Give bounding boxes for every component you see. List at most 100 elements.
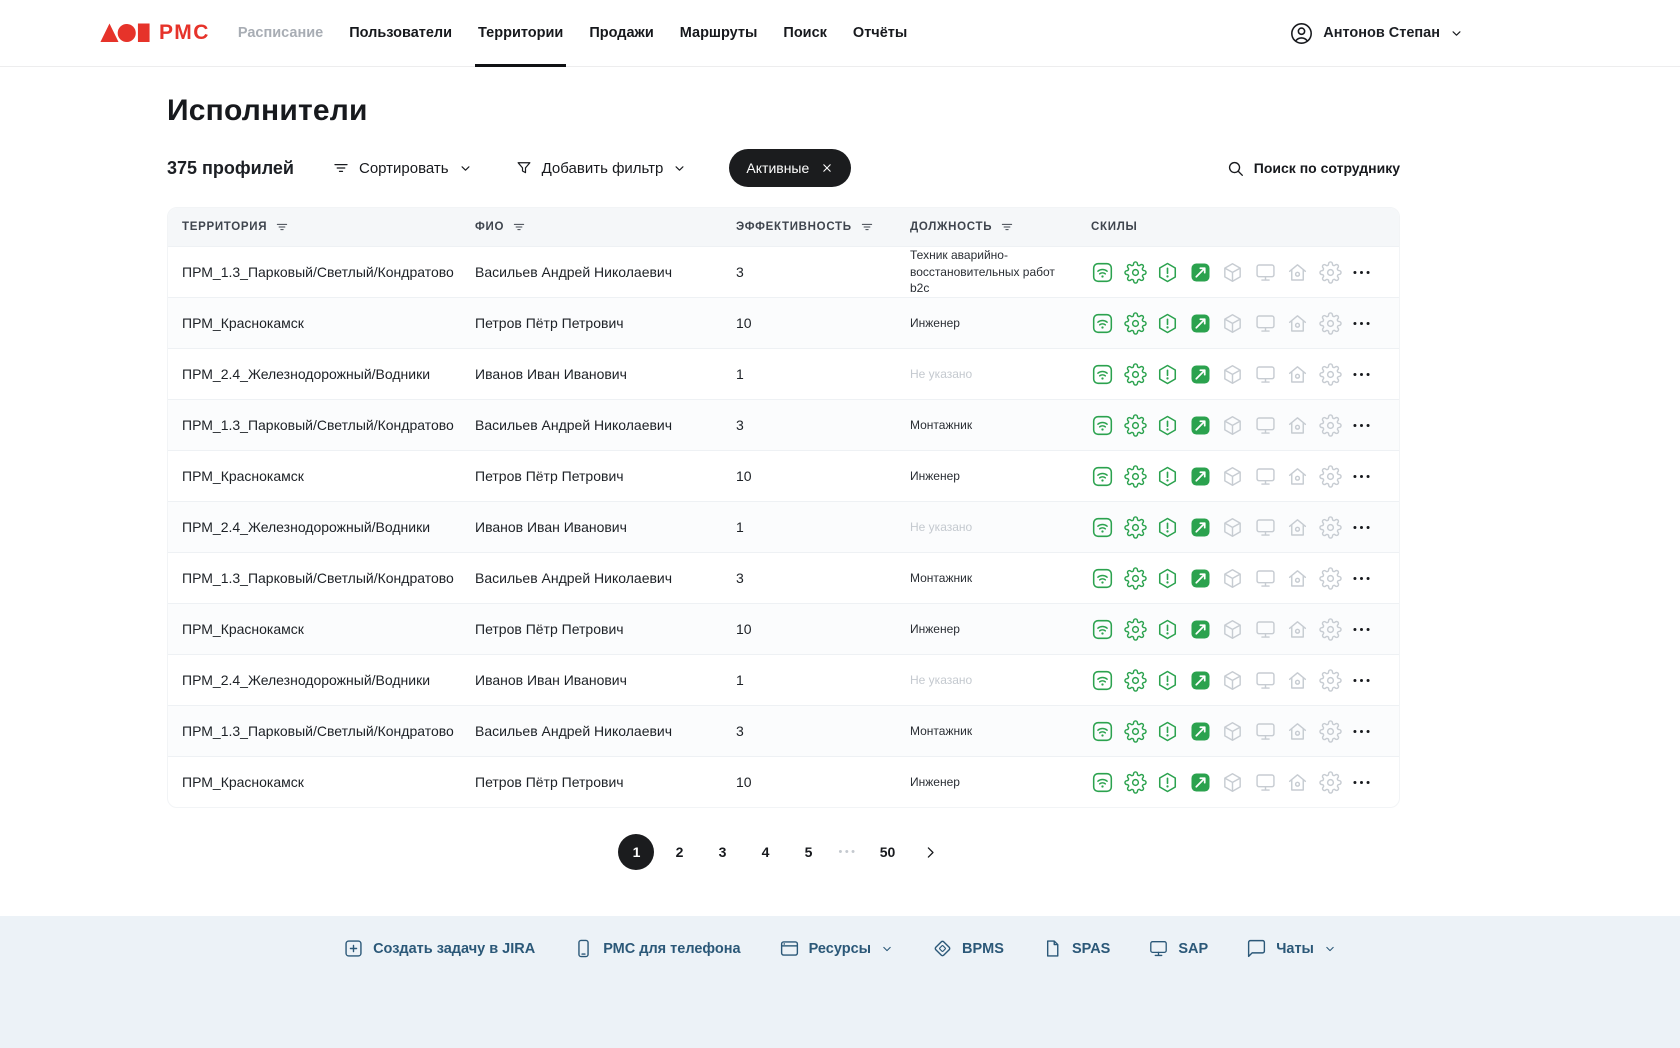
table-body: ПРМ_1.3_Парковый/Светлый/Кондратово Васил… — [168, 246, 1399, 807]
resources-icon — [779, 938, 800, 959]
row-menu-button[interactable] — [1347, 768, 1375, 796]
table-row: ПРМ_Краснокамск Петров Пётр Петрович 10 Инж… — [168, 756, 1399, 807]
pagination: 1 2 3 4 5 ••• 50 — [167, 834, 1400, 870]
row-menu-button[interactable] — [1347, 258, 1375, 286]
page-button-1[interactable]: 1 — [618, 834, 655, 870]
nav-item-territories[interactable]: Территории — [465, 0, 576, 67]
row-menu-button[interactable] — [1347, 513, 1375, 541]
efficiency-cell: 1 — [736, 519, 744, 535]
wifi-icon — [1091, 312, 1114, 335]
warning-icon — [1156, 414, 1179, 437]
column-filter-icon[interactable] — [512, 220, 526, 234]
app-root: РМС Расписание Пользователи Территории Прод… — [0, 0, 1680, 1048]
footer-link-bpms[interactable]: BPMS — [932, 938, 1004, 959]
logo[interactable]: РМС — [100, 21, 210, 45]
bpms-icon — [932, 938, 953, 959]
row-menu-cell — [1337, 462, 1399, 490]
row-menu-button[interactable] — [1347, 309, 1375, 337]
more-dots-icon — [1351, 568, 1372, 589]
row-menu-button[interactable] — [1347, 666, 1375, 694]
home-icon — [1286, 414, 1309, 437]
warning-icon — [1156, 567, 1179, 590]
row-menu-button[interactable] — [1347, 411, 1375, 439]
skills-cell — [1077, 669, 1337, 692]
cube-icon — [1221, 771, 1244, 794]
footer-link-monitor[interactable]: SAP — [1148, 938, 1208, 959]
gear-icon — [1124, 618, 1147, 641]
column-label: ЭФФЕКТИВНОСТЬ — [736, 221, 852, 233]
column-header-2: ФИО — [461, 220, 722, 234]
row-menu-button[interactable] — [1347, 615, 1375, 643]
nav-item-search[interactable]: Поиск — [770, 0, 840, 66]
sort-icon — [332, 159, 350, 177]
row-menu-button[interactable] — [1347, 462, 1375, 490]
wifi-icon — [1091, 261, 1114, 284]
pagination-ellipsis: ••• — [838, 846, 858, 858]
monitor-icon — [1254, 516, 1277, 539]
close-icon[interactable] — [820, 161, 834, 175]
territory-cell: ПРМ_1.3_Парковый/Светлый/Кондратово — [182, 264, 454, 280]
nav-item-schedule[interactable]: Расписание — [225, 0, 336, 66]
footer-link-resources[interactable]: Ресурсы — [779, 938, 894, 959]
table-controls: 375 профилей Сортировать Добавить фильтр… — [167, 149, 1400, 187]
column-filter-icon[interactable] — [1000, 220, 1014, 234]
warning-icon — [1156, 669, 1179, 692]
footer-link-spas[interactable]: SPAS — [1042, 938, 1110, 959]
skills-cell — [1077, 516, 1337, 539]
column-header-5: СКИЛЫ — [1077, 221, 1337, 233]
row-menu-button[interactable] — [1347, 717, 1375, 745]
footer-link-jira[interactable]: Создать задачу в JIRA — [343, 938, 535, 959]
active-filter-chip[interactable]: Активные — [729, 149, 852, 187]
home-icon — [1286, 516, 1309, 539]
footer-link-phone[interactable]: РМС для телефона — [573, 938, 741, 959]
page-button-4[interactable]: 4 — [747, 834, 783, 870]
monitor-icon — [1254, 669, 1277, 692]
fio-cell: Петров Пётр Петрович — [475, 468, 624, 484]
cube-icon — [1221, 414, 1244, 437]
footer-link-label: SPAS — [1071, 940, 1111, 957]
fio-cell: Васильев Андрей Николаевич — [475, 723, 673, 739]
gear-icon — [1124, 312, 1147, 335]
table-row: ПРМ_Краснокамск Петров Пётр Петрович 10 Инж… — [168, 297, 1399, 348]
gear-icon — [1124, 720, 1147, 743]
column-filter-icon[interactable] — [275, 220, 289, 234]
nav-item-routes[interactable]: Маршруты — [667, 0, 771, 66]
position-cell: Не указано — [910, 672, 973, 687]
cube-icon — [1221, 312, 1244, 335]
skills-cell — [1077, 363, 1337, 386]
chevron-down-icon — [1449, 26, 1464, 41]
footer-link-chat[interactable]: Чаты — [1246, 938, 1337, 959]
monitor-icon — [1254, 261, 1277, 284]
search-label: Поиск по сотруднику — [1253, 160, 1400, 176]
meter-icon — [1189, 414, 1212, 437]
page-button-5[interactable]: 5 — [790, 834, 826, 870]
row-menu-button[interactable] — [1347, 360, 1375, 388]
column-filter-icon[interactable] — [860, 220, 874, 234]
page-button-50[interactable]: 50 — [870, 834, 906, 870]
next-page-button[interactable] — [913, 834, 949, 870]
add-filter-button[interactable]: Добавить фильтр — [515, 159, 688, 177]
footer-bar: Создать задачу в JIRA РМС для телефона Рес… — [0, 916, 1680, 1048]
home-icon — [1286, 312, 1309, 335]
fio-cell: Иванов Иван Иванович — [475, 519, 627, 535]
row-menu-button[interactable] — [1347, 564, 1375, 592]
table-row: ПРМ_Краснокамск Петров Пётр Петрович 10 Инж… — [168, 450, 1399, 501]
table-header-row: ТЕРРИТОРИЯ ФИО ЭФФЕКТИВНОСТЬ ДОЛЖНОСТЬ СКИЛЫ — [168, 208, 1399, 246]
row-menu-cell — [1337, 258, 1399, 286]
position-cell: Инженер — [910, 468, 960, 483]
employee-search-button[interactable]: Поиск по сотруднику — [1226, 159, 1400, 178]
page-button-3[interactable]: 3 — [704, 834, 740, 870]
page-button-2[interactable]: 2 — [661, 834, 697, 870]
nav-item-reports[interactable]: Отчёты — [840, 0, 920, 66]
fio-cell: Петров Пётр Петрович — [475, 621, 624, 637]
sort-button[interactable]: Сортировать — [332, 159, 473, 177]
executors-table: ТЕРРИТОРИЯ ФИО ЭФФЕКТИВНОСТЬ ДОЛЖНОСТЬ СКИЛЫ… — [167, 207, 1400, 808]
monitor-icon — [1254, 771, 1277, 794]
territory-cell: ПРМ_2.4_Железнодорожный/Водники — [182, 366, 431, 382]
sort-label: Сортировать — [358, 159, 449, 177]
nav-item-sales[interactable]: Продажи — [576, 0, 666, 66]
wifi-icon — [1091, 414, 1114, 437]
user-menu[interactable]: Антонов Степан — [1289, 21, 1464, 46]
meter-icon — [1189, 771, 1212, 794]
nav-item-users[interactable]: Пользователи — [336, 0, 465, 66]
